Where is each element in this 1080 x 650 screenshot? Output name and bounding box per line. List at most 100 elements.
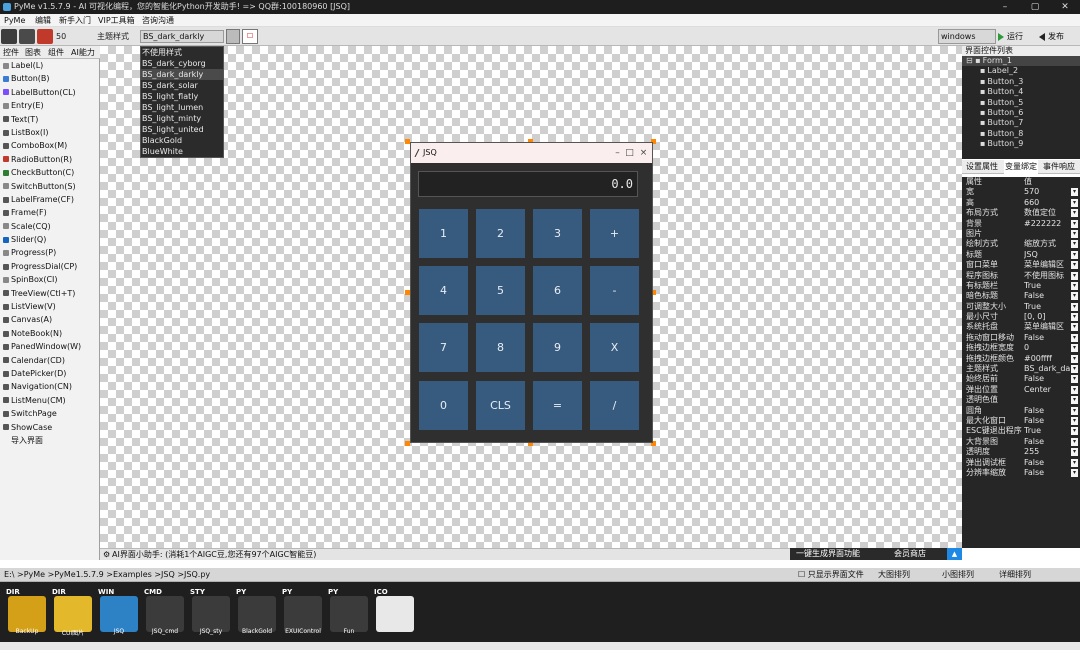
file-item[interactable]: DIR BackUp [6, 588, 48, 635]
home-icon[interactable] [1, 29, 17, 44]
theme-option[interactable]: BlackGold [141, 135, 223, 146]
tree-node[interactable]: ▪ Label_2 [962, 66, 1080, 76]
theme-option[interactable]: BS_dark_solar [141, 80, 223, 91]
property-value[interactable]: BS_dark_darkly [1024, 364, 1070, 374]
form-preview[interactable]: JSQ – □ × 0.0 1 2 3 +4 5 6- 7 8 9 X 0 CLS = / [410, 142, 653, 443]
widget-item[interactable]: ShowCase [0, 421, 99, 434]
file-item[interactable]: PY EXUIControl [282, 588, 324, 635]
widget-item[interactable]: Progress(P) [0, 246, 99, 259]
only-ui-toggle[interactable]: ☐ 只显示界面文件 [798, 568, 864, 582]
property-value[interactable]: 菜单编辑区 [1024, 260, 1070, 270]
dropdown-icon[interactable]: ▾ [1071, 406, 1078, 415]
small-icons-button[interactable]: 小图排列 [942, 568, 974, 582]
property-row[interactable]: 分辨率缩放 False ▾ [962, 468, 1080, 478]
dropdown-icon[interactable]: ▾ [1071, 323, 1078, 332]
widget-item[interactable]: SwitchButton(S) [0, 180, 99, 193]
property-value[interactable]: JSQ [1024, 250, 1070, 260]
widget-item[interactable]: Calendar(CD) [0, 354, 99, 367]
property-row[interactable]: 透明色值 ▾ [962, 395, 1080, 405]
property-value[interactable]: #00ffff [1024, 354, 1070, 364]
property-value[interactable]: 0 [1024, 343, 1070, 353]
preview-icon[interactable]: ☐ [242, 29, 258, 44]
calc-key[interactable]: 7 [419, 323, 468, 372]
dropdown-icon[interactable]: ▾ [1071, 437, 1078, 446]
tab-events[interactable]: 事件响应 [1043, 160, 1075, 174]
calc-display[interactable]: 0.0 [418, 171, 638, 197]
generate-ui-button[interactable]: 一键生成界面功能 [796, 548, 860, 560]
widget-item[interactable]: NoteBook(N) [0, 327, 99, 340]
calc-key[interactable]: = [533, 381, 582, 430]
theme-option[interactable]: BS_dark_cyborg [141, 58, 223, 69]
widget-item[interactable]: Label(L) [0, 59, 99, 72]
widget-item[interactable]: DatePicker(D) [0, 367, 99, 380]
calc-key[interactable]: + [590, 209, 639, 258]
dropdown-icon[interactable]: ▾ [1071, 468, 1078, 477]
theme-option[interactable]: 不使用样式 [141, 47, 223, 58]
tab-properties[interactable]: 设置属性 [966, 160, 998, 174]
dropdown-icon[interactable]: ▾ [1071, 375, 1078, 384]
widget-item[interactable]: ListBox(I) [0, 126, 99, 139]
property-row[interactable]: 主题样式 BS_dark_darkly▾ [962, 364, 1080, 374]
widget-item[interactable]: Navigation(CN) [0, 380, 99, 393]
property-row[interactable]: 透明度 255 ▾ [962, 447, 1080, 457]
detail-view-button[interactable]: 详细排列 [999, 568, 1031, 582]
property-value[interactable]: [0, 0] [1024, 312, 1070, 322]
tree-node[interactable]: ▪ Button_9 [962, 139, 1080, 149]
tree-node[interactable]: ▪ Button_3 [962, 77, 1080, 87]
widget-item[interactable]: RadioButton(R) [0, 153, 99, 166]
tab-controls[interactable]: 控件 [1, 46, 21, 59]
minimize-icon[interactable]: – [990, 0, 1020, 14]
property-value[interactable]: False [1024, 437, 1070, 447]
calc-key[interactable]: 5 [476, 266, 525, 315]
property-row[interactable]: 拖拽边框宽度 0 ▾ [962, 343, 1080, 353]
property-value[interactable]: False [1024, 291, 1070, 301]
tab-components[interactable]: 组件 [46, 46, 66, 59]
file-item[interactable]: PY BlackGold [236, 588, 278, 635]
tab-bindings[interactable]: 变量绑定 [1004, 160, 1038, 174]
widget-item[interactable]: Entry(E) [0, 99, 99, 112]
dropdown-icon[interactable]: ▾ [1071, 188, 1078, 197]
dropdown-icon[interactable]: ▾ [1071, 448, 1078, 457]
tree-node-form[interactable]: ⊟ ▪ Form_1 [962, 56, 1080, 67]
property-row[interactable]: 高 660 ▾ [962, 198, 1080, 208]
property-row[interactable]: 暗色标题 False ▾ [962, 291, 1080, 301]
menu-consult[interactable]: 咨询沟通 [142, 14, 174, 27]
property-row[interactable]: 窗口菜单 菜单编辑区 ▾ [962, 260, 1080, 270]
maximize-icon[interactable]: ▢ [1020, 0, 1050, 14]
property-row[interactable]: 图片 ▾ [962, 229, 1080, 239]
dropdown-icon[interactable]: ▾ [1071, 261, 1078, 270]
widget-item[interactable]: ProgressDial(CP) [0, 260, 99, 273]
dropdown-icon[interactable]: ▾ [1071, 219, 1078, 228]
property-value[interactable]: 660 [1024, 198, 1070, 208]
calc-key[interactable]: 8 [476, 323, 525, 372]
tree-node[interactable]: ▪ Button_5 [962, 98, 1080, 108]
widget-item[interactable]: LabelFrame(CF) [0, 193, 99, 206]
dropdown-icon[interactable]: ▾ [1071, 344, 1078, 353]
property-value[interactable]: 570 [1024, 187, 1070, 197]
widget-item[interactable]: ListView(V) [0, 300, 99, 313]
widget-item[interactable]: Scale(CQ) [0, 220, 99, 233]
file-item[interactable]: ICO [374, 588, 416, 634]
widget-item[interactable]: Frame(F) [0, 206, 99, 219]
expand-icon[interactable]: ▲ [947, 548, 962, 560]
theme-option[interactable]: BlueWhite [141, 146, 223, 157]
close-icon[interactable]: ✕ [1050, 0, 1080, 14]
property-value[interactable]: False [1024, 468, 1070, 478]
theme-option[interactable]: BS_light_flatly [141, 91, 223, 102]
property-row[interactable]: 弹出调试框 False ▾ [962, 458, 1080, 468]
property-row[interactable]: 标题 JSQ ▾ [962, 250, 1080, 260]
widget-item[interactable]: PanedWindow(W) [0, 340, 99, 353]
record-icon[interactable] [37, 29, 53, 44]
property-row[interactable]: 大背景图 False ▾ [962, 437, 1080, 447]
property-value[interactable]: 255 [1024, 447, 1070, 457]
calc-key[interactable]: 1 [419, 209, 468, 258]
property-value[interactable]: False [1024, 374, 1070, 384]
widget-item[interactable]: SwitchPage [0, 407, 99, 420]
tab-charts[interactable]: 图表 [23, 46, 43, 59]
property-value[interactable]: False [1024, 333, 1070, 343]
dropdown-icon[interactable]: ▾ [1071, 271, 1078, 280]
calc-key[interactable]: X [590, 323, 639, 372]
property-value[interactable]: #222222 [1024, 219, 1070, 229]
property-row[interactable]: 拖拽边框颜色 #00ffff ▾ [962, 354, 1080, 364]
dropdown-icon[interactable]: ▾ [1071, 416, 1078, 425]
